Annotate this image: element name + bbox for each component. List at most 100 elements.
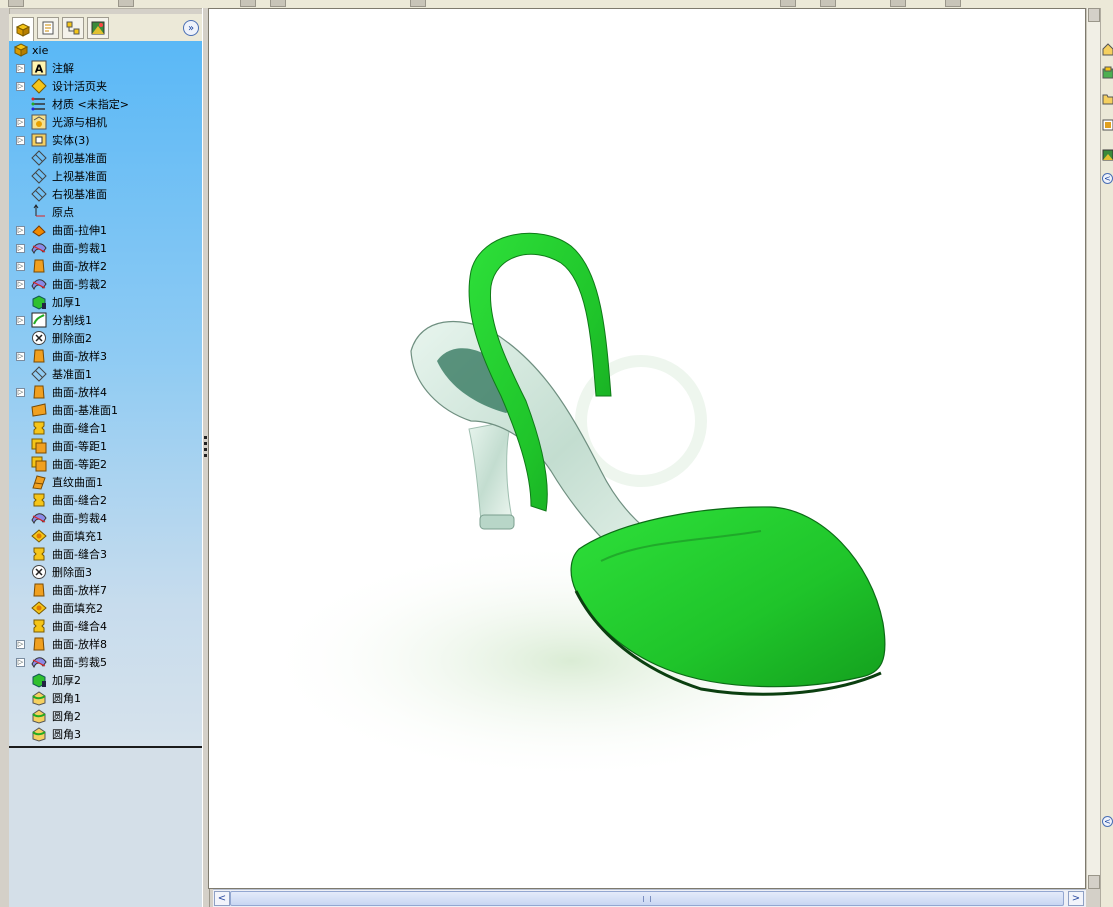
graphics-viewport[interactable]: [208, 8, 1086, 889]
feature-tree-item[interactable]: ▷ 实体(3): [9, 131, 202, 149]
feature-tree-item-label: 右视基准面: [52, 188, 107, 201]
surface-extrude-icon: [31, 222, 47, 238]
view-palette-icon[interactable]: [1102, 118, 1113, 132]
delete-face-icon: [31, 330, 47, 346]
feature-tree-item[interactable]: 曲面填充1: [9, 527, 202, 545]
surface-knit-icon: [31, 618, 47, 634]
feature-tree-item[interactable]: 曲面-等距2: [9, 455, 202, 473]
feature-tree-item[interactable]: 删除面3: [9, 563, 202, 581]
feature-tree-item[interactable]: 删除面2: [9, 329, 202, 347]
feature-tree-item-label: 曲面-剪裁4: [52, 512, 107, 525]
expand-panel-button[interactable]: »: [183, 20, 199, 36]
toolbar-button[interactable]: [410, 0, 426, 7]
file-explorer-icon[interactable]: [1102, 92, 1113, 106]
feature-tree-item[interactable]: 右视基准面: [9, 185, 202, 203]
feature-tree-item[interactable]: 圆角2: [9, 707, 202, 725]
feature-tree-item[interactable]: 曲面-缝合2: [9, 491, 202, 509]
scroll-right-button[interactable]: >: [1068, 891, 1084, 906]
toolbar-button[interactable]: [820, 0, 836, 7]
toolbar-button[interactable]: [945, 0, 961, 7]
splitter-grip: [204, 442, 207, 445]
toolbar-button[interactable]: [118, 0, 134, 7]
expand-toggle-icon[interactable]: ▷: [16, 261, 25, 271]
scroll-left-button[interactable]: <: [214, 891, 230, 906]
feature-tree-item[interactable]: 圆角1: [9, 689, 202, 707]
expand-toggle-icon[interactable]: ▷: [16, 639, 25, 649]
feature-tree-item-label: 原点: [52, 206, 74, 219]
toolbar-button[interactable]: [240, 0, 256, 7]
splitter-grip: [204, 454, 207, 457]
expand-toggle-icon[interactable]: ▷: [16, 135, 25, 145]
expand-toggle-icon[interactable]: ▷: [16, 81, 25, 91]
feature-tree-item[interactable]: ▷ 设计活页夹: [9, 77, 202, 95]
home-icon[interactable]: [1102, 42, 1113, 56]
feature-tree-item[interactable]: ▷ 曲面-剪裁5: [9, 653, 202, 671]
feature-tree-item[interactable]: ▷ 分割线1: [9, 311, 202, 329]
expand-toggle-icon[interactable]: ▷: [16, 63, 25, 73]
feature-tree-item[interactable]: ▷ 曲面-剪裁1: [9, 239, 202, 257]
task-pane-expand-button[interactable]: <: [1102, 816, 1113, 827]
expand-toggle-icon[interactable]: ▷: [16, 657, 25, 667]
appearances-icon[interactable]: [1102, 148, 1113, 162]
feature-tree-item[interactable]: 曲面-缝合4: [9, 617, 202, 635]
feature-tree-item[interactable]: ▷ A 注解: [9, 59, 202, 77]
design-library-icon[interactable]: [1102, 66, 1113, 80]
shoe-model-render[interactable]: [209, 9, 1085, 888]
feature-tree-item[interactable]: ▷ 光源与相机: [9, 113, 202, 131]
scroll-down-button[interactable]: [1088, 875, 1100, 889]
feature-tree-item[interactable]: 曲面-基准面1: [9, 401, 202, 419]
expand-toggle-icon[interactable]: ▷: [16, 315, 25, 325]
toolbar-button[interactable]: [270, 0, 286, 7]
tree-root[interactable]: xie: [9, 41, 202, 59]
feature-tree-tab[interactable]: [12, 17, 34, 41]
feature-tree-item[interactable]: 曲面-剪裁4: [9, 509, 202, 527]
expand-toggle-icon[interactable]: ▷: [16, 351, 25, 361]
feature-tree-item[interactable]: 曲面-缝合3: [9, 545, 202, 563]
feature-tree-item[interactable]: 材质 <未指定>: [9, 95, 202, 113]
horizontal-scrollbar[interactable]: < >: [213, 889, 1086, 907]
expand-toggle-icon[interactable]: ▷: [16, 279, 25, 289]
feature-tree-item-label: 曲面-剪裁5: [52, 656, 107, 669]
feature-tree-item[interactable]: 曲面-等距1: [9, 437, 202, 455]
expand-toggle-icon[interactable]: ▷: [16, 387, 25, 397]
property-manager-tab[interactable]: [37, 17, 59, 39]
feature-tree-item[interactable]: ▷ 曲面-放样2: [9, 257, 202, 275]
surface-loft-icon: [31, 582, 47, 598]
feature-tree-item[interactable]: 加厚1: [9, 293, 202, 311]
surface-knit-icon: [31, 492, 47, 508]
toolbar-button[interactable]: [890, 0, 906, 7]
feature-tree-item[interactable]: 直纹曲面1: [9, 473, 202, 491]
expand-toggle-icon[interactable]: ▷: [16, 225, 25, 235]
expand-toggle-icon[interactable]: ▷: [16, 117, 25, 127]
feature-tree-item[interactable]: 原点: [9, 203, 202, 221]
display-manager-tab[interactable]: [87, 17, 109, 39]
feature-tree-item-label: 设计活页夹: [52, 80, 107, 93]
feature-tree-item[interactable]: 基准面1: [9, 365, 202, 383]
feature-tree-item-label: 加厚2: [52, 674, 81, 687]
feature-tree-item-label: 曲面-放样2: [52, 260, 107, 273]
configuration-manager-tab[interactable]: [62, 17, 84, 39]
toolbar-button[interactable]: [780, 0, 796, 7]
plane-icon: [31, 186, 47, 202]
feature-tree-item[interactable]: 加厚2: [9, 671, 202, 689]
scroll-up-button[interactable]: [1088, 8, 1100, 22]
horizontal-scroll-thumb[interactable]: [230, 891, 1064, 906]
task-pane-collapse-button[interactable]: <: [1102, 173, 1113, 184]
feature-tree-item[interactable]: 前视基准面: [9, 149, 202, 167]
toolbar-button[interactable]: [8, 0, 24, 7]
vertical-scrollbar[interactable]: [1086, 8, 1101, 889]
feature-tree-item[interactable]: 曲面填充2: [9, 599, 202, 617]
feature-tree-item[interactable]: ▷ 曲面-拉伸1: [9, 221, 202, 239]
feature-tree-item[interactable]: ▷ 曲面-放样3: [9, 347, 202, 365]
feature-tree-item[interactable]: ▷ 曲面-放样8: [9, 635, 202, 653]
feature-tree-item[interactable]: 上视基准面: [9, 167, 202, 185]
feature-tree-item[interactable]: ▷ 曲面-剪裁2: [9, 275, 202, 293]
feature-tree-item[interactable]: 曲面-缝合1: [9, 419, 202, 437]
feature-tree-item[interactable]: ▷ 曲面-放样4: [9, 383, 202, 401]
expand-toggle-icon[interactable]: ▷: [16, 243, 25, 253]
feature-tree-item-label: 删除面2: [52, 332, 92, 345]
feature-tree-item[interactable]: 圆角3: [9, 725, 202, 743]
splitter-grip: [204, 448, 207, 451]
feature-tree-item[interactable]: 曲面-放样7: [9, 581, 202, 599]
feature-tree-item-label: 曲面-放样7: [52, 584, 107, 597]
